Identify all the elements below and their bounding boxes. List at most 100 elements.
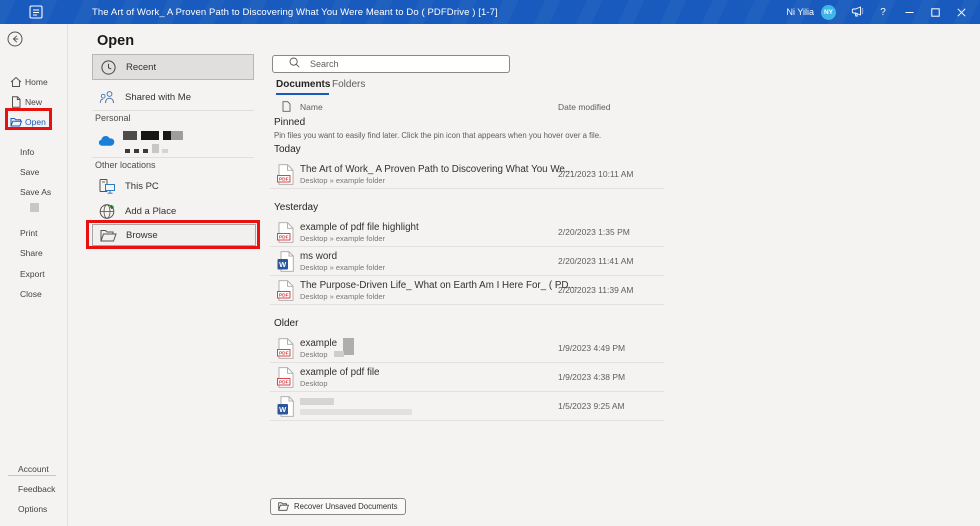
word-backstage-window: The Art of Work_ A Proven Path to Discov…: [0, 0, 980, 526]
divider: [92, 157, 254, 158]
file-group-today: Today PDF The Art of Work_ A Proven Path t…: [270, 144, 664, 189]
sidebar-item-save[interactable]: Save: [0, 164, 68, 180]
place-item-recent[interactable]: Recent: [92, 54, 254, 80]
file-row[interactable]: PDF The Art of Work_ A Proven Path to Dis…: [270, 160, 664, 189]
browse-folder-icon: [99, 229, 117, 242]
clock-icon: [99, 60, 117, 75]
tab-folders[interactable]: Folders: [332, 79, 365, 90]
redaction-block: [334, 351, 344, 357]
user-name[interactable]: Ni Yilia: [786, 7, 814, 17]
sidebar-item-label: Save: [20, 167, 39, 177]
place-item-add-a-place[interactable]: Add a Place: [92, 199, 254, 223]
sidebar-item-print[interactable]: Print: [0, 225, 68, 241]
svg-text:PDF: PDF: [279, 351, 289, 357]
sidebar-item-label: Account: [18, 464, 49, 474]
people-icon: [98, 90, 116, 105]
column-header-date-modified[interactable]: Date modified: [558, 102, 610, 112]
sidebar-item-export[interactable]: Export: [0, 266, 68, 282]
sidebar-item-share[interactable]: Share: [0, 245, 68, 261]
search-input[interactable]: Search: [272, 55, 510, 73]
file-date: 1/9/2023 4:49 PM: [558, 343, 625, 353]
addin-placeholder-icon[interactable]: [30, 203, 39, 212]
file-name: The Art of Work_ A Proven Path to Discov…: [300, 164, 573, 175]
sidebar-item-save-as[interactable]: Save As: [0, 184, 68, 200]
pdf-file-icon: PDF: [277, 164, 294, 190]
file-row[interactable]: W1/5/2023 9:25 AM: [270, 392, 664, 421]
pdf-file-icon: PDF: [277, 280, 294, 306]
file-name: The Purpose-Driven Life_ What on Earth A…: [300, 280, 577, 291]
svg-text:PDF: PDF: [279, 177, 289, 183]
file-name: ms word: [300, 251, 337, 262]
sidebar-item-label: New: [25, 97, 42, 107]
personal-section-label: Personal: [95, 113, 131, 123]
divider: [92, 110, 254, 111]
file-date: 2/20/2023 11:39 AM: [558, 285, 633, 295]
pinned-section-description: Pin files you want to easily find later.…: [274, 131, 601, 140]
file-date: 2/21/2023 10:11 AM: [558, 169, 633, 179]
group-title: Today: [274, 144, 664, 156]
place-item-shared-with-me[interactable]: Shared with Me: [92, 85, 254, 110]
pdf-file-icon: PDF: [277, 222, 294, 248]
sidebar-item-label: Feedback: [18, 484, 55, 494]
sidebar-item-label: Info: [20, 147, 34, 157]
sidebar-item-close[interactable]: Close: [0, 286, 68, 302]
column-header-name[interactable]: Name: [300, 102, 323, 112]
svg-text:PDF: PDF: [279, 380, 289, 386]
place-item-this-pc[interactable]: This PC: [92, 174, 254, 198]
document-title: The Art of Work_ A Proven Path to Discov…: [92, 7, 498, 18]
open-folder-icon: [10, 116, 22, 128]
sidebar-item-info[interactable]: Info: [0, 144, 68, 160]
tab-documents[interactable]: Documents: [276, 79, 330, 90]
group-title: Older: [274, 318, 664, 330]
user-avatar[interactable]: NY: [821, 5, 836, 20]
redaction-block: [300, 398, 334, 405]
minimize-button[interactable]: [898, 0, 920, 24]
help-button[interactable]: ?: [872, 0, 894, 24]
sidebar-item-account[interactable]: Account: [0, 461, 68, 477]
sidebar-item-feedback[interactable]: Feedback: [0, 481, 68, 497]
place-item-browse[interactable]: Browse: [92, 224, 256, 246]
place-item-label: Add a Place: [125, 206, 176, 217]
file-date: 2/20/2023 11:41 AM: [558, 256, 633, 266]
sidebar-item-label: Save As: [20, 187, 51, 197]
recover-unsaved-documents-button[interactable]: Recover Unsaved Documents: [270, 498, 406, 515]
place-item-onedrive[interactable]: [92, 127, 254, 155]
sidebar-item-label: Open: [25, 117, 46, 127]
file-path: Desktop: [300, 379, 328, 388]
word-file-icon: W: [277, 396, 294, 422]
sidebar-item-options[interactable]: Options: [0, 501, 68, 517]
svg-text:W: W: [279, 260, 287, 269]
sidebar-item-open[interactable]: Open: [0, 114, 68, 130]
pinned-section-title: Pinned: [274, 117, 305, 128]
word-file-icon: W: [277, 251, 294, 277]
sidebar-item-new[interactable]: New: [0, 94, 68, 110]
this-pc-icon: [98, 178, 116, 195]
file-group-older: OlderPDFexampleDesktop1/9/2023 4:49 PMPD…: [270, 318, 664, 421]
file-row[interactable]: PDFexample of pdf fileDesktop1/9/2023 4:…: [270, 363, 664, 392]
search-icon: [289, 55, 300, 73]
home-icon: [10, 76, 22, 88]
file-path: Desktop » example folder: [300, 176, 385, 185]
file-path: Desktop: [300, 350, 328, 359]
svg-text:W: W: [279, 405, 287, 414]
backstage-sidebar: Home New Open Info Save Save As Print Sh…: [0, 24, 68, 526]
back-button[interactable]: [0, 31, 68, 47]
file-row[interactable]: PDF The Purpose-Driven Life_ What on Eart…: [270, 276, 664, 305]
file-row[interactable]: Wms wordDesktop » example folder2/20/202…: [270, 247, 664, 276]
file-row[interactable]: PDF exampleDesktop 1/9/2023 4:49 PM: [270, 334, 664, 363]
word-app-icon: [29, 5, 43, 19]
file-path: Desktop » example folder: [300, 234, 385, 243]
sidebar-item-home[interactable]: Home: [0, 74, 68, 90]
file-name: example: [300, 338, 337, 349]
search-placeholder: Search: [310, 59, 339, 69]
title-bar: The Art of Work_ A Proven Path to Discov…: [0, 0, 980, 24]
maximize-button[interactable]: [924, 0, 946, 24]
pdf-file-icon: PDF: [277, 338, 294, 364]
sidebar-item-label: Print: [20, 228, 37, 238]
whats-new-megaphone-icon[interactable]: [846, 0, 868, 24]
sidebar-item-label: Close: [20, 289, 42, 299]
file-row[interactable]: PDFexample of pdf file highlightDesktop …: [270, 218, 664, 247]
close-button[interactable]: [950, 0, 972, 24]
open-places-panel: Open Recent Shared with Me Personal: [69, 24, 259, 526]
place-item-label: Browse: [126, 230, 158, 241]
